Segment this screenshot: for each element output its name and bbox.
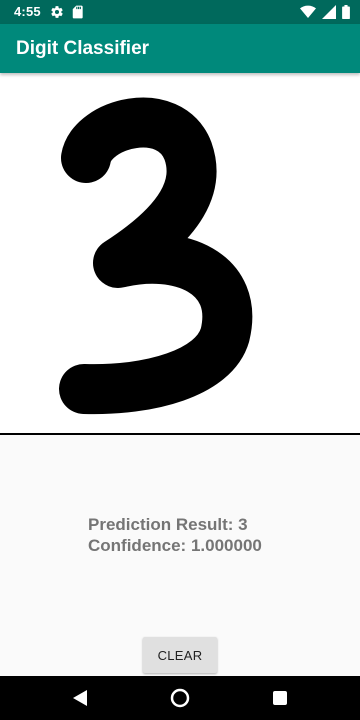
app-title: Digit Classifier (16, 38, 150, 59)
app-bar: Digit Classifier (0, 24, 360, 73)
prediction-result-text: Prediction Result: 3 (88, 515, 248, 534)
recents-icon[interactable] (268, 686, 292, 710)
back-icon[interactable] (68, 686, 92, 710)
clear-button[interactable]: CLEAR (143, 637, 217, 673)
drawing-canvas[interactable] (0, 73, 360, 435)
navigation-bar (0, 676, 360, 720)
home-icon[interactable] (168, 686, 192, 710)
status-time: 4:55 (14, 4, 41, 19)
status-left-icons (50, 4, 84, 20)
prediction-results: Prediction Result: 3 Confidence: 1.00000… (88, 514, 262, 556)
battery-icon (342, 5, 350, 19)
status-right-icons (300, 4, 350, 20)
status-bar: 4:55 (0, 0, 360, 24)
confidence-text: Confidence: 1.000000 (88, 536, 262, 555)
drawn-digit-stroke (59, 97, 253, 415)
screen: 4:55 Digit Classifier Prediction Result:… (0, 0, 360, 720)
gear-icon (51, 6, 63, 18)
cell-signal-icon (322, 5, 336, 19)
sd-card-icon (72, 5, 83, 19)
wifi-icon (300, 5, 316, 18)
